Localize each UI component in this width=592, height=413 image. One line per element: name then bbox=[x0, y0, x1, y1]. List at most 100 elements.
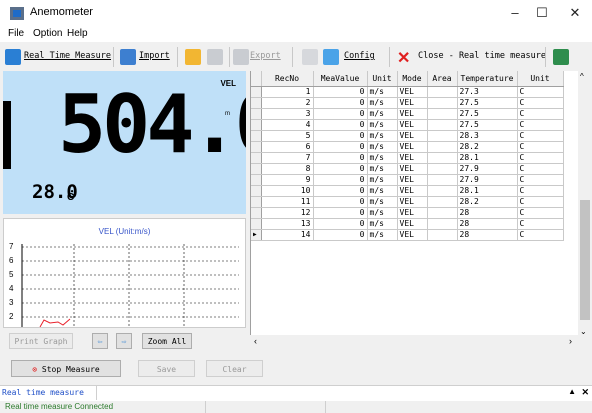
table-cell[interactable]: m/s bbox=[367, 229, 398, 241]
table-cell[interactable]: C bbox=[517, 185, 564, 197]
close-real-time-button[interactable]: Close - Real time measure bbox=[418, 51, 546, 61]
table-cell[interactable]: VEL bbox=[397, 196, 428, 208]
config-button[interactable]: Config bbox=[344, 51, 375, 61]
table-cell[interactable]: C bbox=[517, 229, 564, 241]
table-cell[interactable]: C bbox=[517, 130, 564, 142]
table-cell[interactable]: 0 bbox=[313, 152, 368, 164]
table-cell[interactable] bbox=[427, 229, 458, 241]
row-header[interactable] bbox=[251, 97, 262, 109]
table-cell[interactable]: m/s bbox=[367, 86, 398, 98]
table-cell[interactable]: 28.1 bbox=[457, 185, 518, 197]
table-cell[interactable]: 4 bbox=[261, 119, 314, 131]
table-cell[interactable]: 27.3 bbox=[457, 86, 518, 98]
row-header[interactable] bbox=[251, 196, 262, 208]
table-cell[interactable]: VEL bbox=[397, 185, 428, 197]
menu-option[interactable]: Option bbox=[33, 28, 62, 39]
table-row[interactable]: 4 0 m/s VEL 27.5 C bbox=[251, 119, 564, 131]
table-cell[interactable] bbox=[427, 141, 458, 153]
table-cell[interactable] bbox=[427, 185, 458, 197]
table-cell[interactable]: 7 bbox=[261, 152, 314, 164]
table-cell[interactable]: m/s bbox=[367, 174, 398, 186]
column-header[interactable]: Area bbox=[427, 71, 458, 87]
table-cell[interactable]: 5 bbox=[261, 130, 314, 142]
arrow-left-icon[interactable]: ⇦ bbox=[92, 333, 108, 349]
table-cell[interactable]: 27.5 bbox=[457, 119, 518, 131]
table-row[interactable]: 2 0 m/s VEL 27.5 C bbox=[251, 97, 564, 109]
row-header[interactable] bbox=[251, 141, 262, 153]
row-header[interactable] bbox=[251, 86, 262, 98]
table-cell[interactable]: VEL bbox=[397, 229, 428, 241]
table-cell[interactable]: m/s bbox=[367, 130, 398, 142]
table-cell[interactable]: m/s bbox=[367, 97, 398, 109]
table-cell[interactable]: VEL bbox=[397, 218, 428, 230]
table-cell[interactable]: 28.2 bbox=[457, 196, 518, 208]
table-cell[interactable]: C bbox=[517, 141, 564, 153]
table-cell[interactable]: 6 bbox=[261, 141, 314, 153]
up-arrow-icon[interactable]: ▲ bbox=[568, 387, 576, 396]
table-cell[interactable]: 0 bbox=[313, 97, 368, 109]
row-header[interactable] bbox=[251, 207, 262, 219]
table-row[interactable]: 10 0 m/s VEL 28.1 C bbox=[251, 185, 564, 197]
stop-measure-button[interactable]: ⊗ Stop Measure bbox=[11, 360, 121, 377]
table-cell[interactable]: m/s bbox=[367, 196, 398, 208]
table-cell[interactable]: C bbox=[517, 108, 564, 120]
row-header[interactable] bbox=[251, 185, 262, 197]
table-cell[interactable]: 0 bbox=[313, 185, 368, 197]
scroll-right-icon[interactable]: › bbox=[569, 336, 572, 346]
real-time-measure-button[interactable]: Real Time Measure bbox=[24, 51, 111, 61]
table-cell[interactable]: VEL bbox=[397, 119, 428, 131]
column-header[interactable]: MeaValue bbox=[313, 71, 368, 87]
import-button[interactable]: Import bbox=[139, 51, 170, 61]
table-cell[interactable]: 28 bbox=[457, 207, 518, 219]
row-header[interactable] bbox=[251, 163, 262, 175]
table-cell[interactable]: 0 bbox=[313, 141, 368, 153]
close-panel-icon[interactable]: ✕ bbox=[581, 387, 589, 398]
table-cell[interactable]: VEL bbox=[397, 163, 428, 175]
table-cell[interactable]: 0 bbox=[313, 196, 368, 208]
table-cell[interactable]: VEL bbox=[397, 86, 428, 98]
menu-file[interactable]: File bbox=[8, 28, 24, 39]
table-cell[interactable]: m/s bbox=[367, 108, 398, 120]
table-cell[interactable]: C bbox=[517, 218, 564, 230]
table-cell[interactable]: VEL bbox=[397, 207, 428, 219]
menu-help[interactable]: Help bbox=[67, 28, 88, 39]
table-cell[interactable]: 8 bbox=[261, 163, 314, 175]
table-cell[interactable]: 0 bbox=[313, 108, 368, 120]
table-cell[interactable]: VEL bbox=[397, 174, 428, 186]
table-cell[interactable]: m/s bbox=[367, 141, 398, 153]
table-row[interactable]: 3 0 m/s VEL 27.5 C bbox=[251, 108, 564, 120]
column-header[interactable]: Unit bbox=[517, 71, 564, 87]
table-cell[interactable]: m/s bbox=[367, 185, 398, 197]
table-cell[interactable]: 0 bbox=[313, 119, 368, 131]
row-header[interactable] bbox=[251, 108, 262, 120]
table-cell[interactable] bbox=[427, 196, 458, 208]
maximize-button[interactable]: ☐ bbox=[527, 2, 557, 24]
table-cell[interactable]: 14 bbox=[261, 229, 314, 241]
table-cell[interactable]: m/s bbox=[367, 218, 398, 230]
table-cell[interactable]: 27.9 bbox=[457, 163, 518, 175]
table-cell[interactable] bbox=[427, 97, 458, 109]
row-header[interactable] bbox=[251, 130, 262, 142]
table-cell[interactable]: 10 bbox=[261, 185, 314, 197]
table-row[interactable]: 8 0 m/s VEL 27.9 C bbox=[251, 163, 564, 175]
table-cell[interactable]: 9 bbox=[261, 174, 314, 186]
table-cell[interactable]: VEL bbox=[397, 108, 428, 120]
table-cell[interactable]: C bbox=[517, 196, 564, 208]
table-cell[interactable] bbox=[427, 130, 458, 142]
table-cell[interactable]: 28 bbox=[457, 229, 518, 241]
row-header[interactable] bbox=[251, 218, 262, 230]
close-button[interactable]: ✕ bbox=[560, 2, 590, 24]
table-cell[interactable]: 27.5 bbox=[457, 97, 518, 109]
table-cell[interactable]: VEL bbox=[397, 97, 428, 109]
table-cell[interactable]: 28.2 bbox=[457, 141, 518, 153]
save-disk-icon[interactable] bbox=[207, 49, 223, 65]
table-cell[interactable] bbox=[427, 218, 458, 230]
table-cell[interactable] bbox=[427, 152, 458, 164]
column-header[interactable]: Temperature bbox=[457, 71, 518, 87]
row-header[interactable] bbox=[251, 152, 262, 164]
scroll-left-icon[interactable]: ‹ bbox=[254, 336, 257, 346]
row-header[interactable]: ▶ bbox=[251, 229, 262, 241]
table-cell[interactable] bbox=[427, 207, 458, 219]
column-header[interactable]: Unit bbox=[367, 71, 398, 87]
table-cell[interactable]: C bbox=[517, 174, 564, 186]
